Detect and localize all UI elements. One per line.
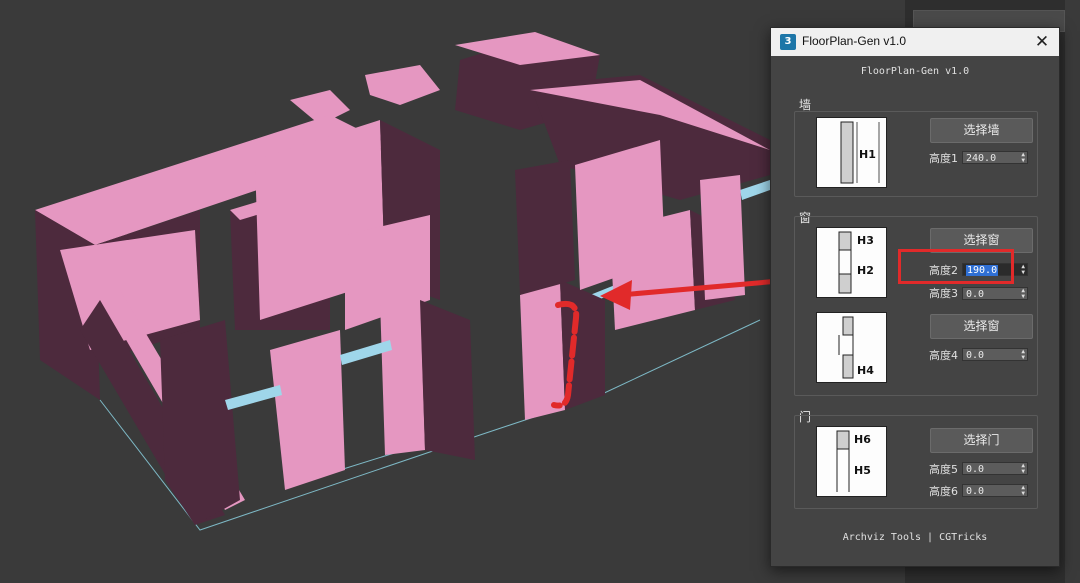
- diagram-h6-label: H6: [854, 433, 871, 446]
- window-title: FloorPlan-Gen v1.0: [802, 34, 907, 48]
- height1-value: 240.0: [966, 153, 997, 164]
- height3-value: 0.0: [966, 289, 985, 300]
- title-bar[interactable]: 3 FloorPlan-Gen v1.0 ✕: [771, 28, 1059, 56]
- height5-label: 高度5: [929, 463, 958, 476]
- spinner-arrows-icon[interactable]: ▲ ▼: [1021, 152, 1025, 164]
- 3ds-max-icon: 3: [780, 34, 796, 50]
- height1-spinner[interactable]: 240.0 ▲ ▼: [962, 151, 1028, 164]
- select-window-button-2[interactable]: 选择窗: [930, 314, 1033, 339]
- select-door-button[interactable]: 选择门: [930, 428, 1033, 453]
- spinner-arrows-icon[interactable]: ▲ ▼: [1021, 349, 1025, 361]
- wall-group: H1 选择墙 高度1 240.0 ▲ ▼: [794, 111, 1038, 197]
- spinner-arrows-icon[interactable]: ▲ ▼: [1021, 264, 1025, 276]
- red-highlight-box: [898, 249, 1014, 284]
- height4-value: 0.0: [966, 350, 985, 361]
- select-wall-button[interactable]: 选择墙: [930, 118, 1033, 143]
- door-group: H6 H5 选择门 高度5 0.0 ▲ ▼ 高度6 0.0 ▲ ▼: [794, 415, 1038, 509]
- height1-label: 高度1: [929, 152, 958, 165]
- diagram-h2-label: H2: [857, 264, 874, 277]
- dialog-header: FloorPlan-Gen v1.0: [860, 66, 970, 77]
- window-group: H3 H2 选择窗 高度2 190.0 ▲ ▼ 高度3 0.0 ▲ ▼ H4 选择窗…: [794, 216, 1038, 396]
- door-diagram: H6 H5: [816, 426, 887, 497]
- spinner-arrows-icon[interactable]: ▲ ▼: [1021, 463, 1025, 475]
- side-scrollbar[interactable]: [1065, 0, 1080, 583]
- height3-spinner[interactable]: 0.0 ▲ ▼: [962, 287, 1028, 300]
- diagram-h1-label: H1: [859, 148, 876, 161]
- height5-spinner[interactable]: 0.0 ▲ ▼: [962, 462, 1028, 475]
- spinner-arrows-icon[interactable]: ▲ ▼: [1021, 288, 1025, 300]
- height4-spinner[interactable]: 0.0 ▲ ▼: [962, 348, 1028, 361]
- diagram-h3-label: H3: [857, 234, 874, 247]
- footer-credit: Archviz Tools | CGTricks: [842, 532, 988, 543]
- height5-value: 0.0: [966, 464, 985, 475]
- height6-label: 高度6: [929, 485, 958, 498]
- floorplan-gen-dialog: 3 FloorPlan-Gen v1.0 ✕ FloorPlan-Gen v1.…: [770, 27, 1060, 567]
- spinner-arrows-icon[interactable]: ▲ ▼: [1021, 485, 1025, 497]
- height4-label: 高度4: [929, 349, 958, 362]
- diagram-h4-label: H4: [857, 364, 874, 377]
- height3-label: 高度3: [929, 287, 958, 300]
- window-diagram-bottom: H4: [816, 312, 887, 383]
- close-icon[interactable]: ✕: [1031, 31, 1053, 53]
- height6-value: 0.0: [966, 486, 985, 497]
- diagram-h5-label: H5: [854, 464, 871, 477]
- wall-diagram: H1: [816, 117, 887, 188]
- window-diagram-top: H3 H2: [816, 227, 887, 298]
- height6-spinner[interactable]: 0.0 ▲ ▼: [962, 484, 1028, 497]
